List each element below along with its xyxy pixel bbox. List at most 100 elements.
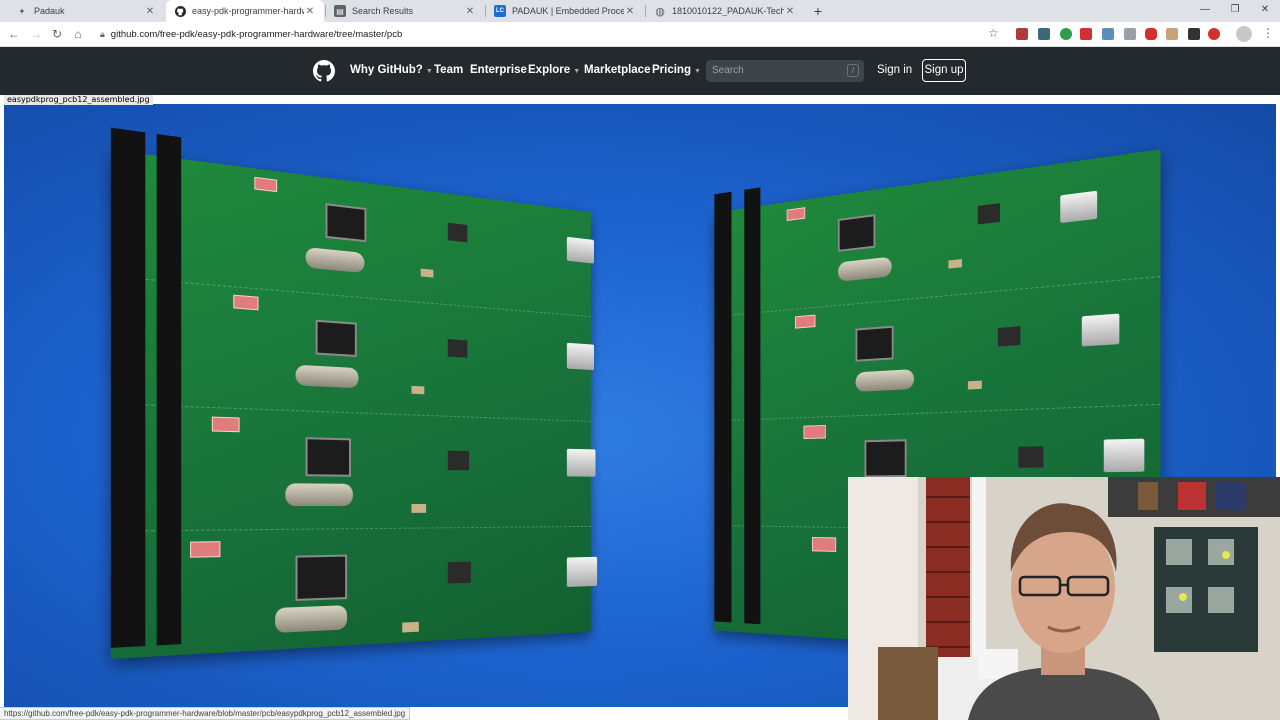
- reload-icon[interactable]: ↻: [48, 25, 66, 43]
- tab-title: 1810010122_PADAUK-Tech-PMS: [672, 6, 784, 16]
- home-icon[interactable]: ⌂: [69, 25, 87, 43]
- nav-enterprise[interactable]: Enterprise: [470, 64, 527, 76]
- extension-icon[interactable]: [1145, 28, 1157, 40]
- tab-title: easy-pdk-programmer-hardware: [192, 6, 304, 16]
- webcam-video: [848, 477, 1280, 720]
- new-tab-button[interactable]: +: [810, 2, 826, 20]
- lock-icon: 🔒︎: [100, 29, 105, 40]
- usb-connector: [1060, 191, 1097, 223]
- mcu-chip: [295, 555, 347, 601]
- nav-label: Enterprise: [470, 64, 527, 76]
- close-tab-icon[interactable]: ✕: [624, 6, 636, 17]
- extension-icon[interactable]: [1060, 28, 1072, 40]
- ic: [448, 223, 468, 243]
- extension-icon[interactable]: [1080, 28, 1092, 40]
- restore-icon[interactable]: ❐: [1220, 0, 1250, 22]
- crystal: [275, 605, 347, 633]
- tab-title: PADAUK | Embedded Processors: [512, 6, 624, 16]
- adblock-icon[interactable]: [1208, 28, 1220, 40]
- minimize-icon[interactable]: —: [1190, 0, 1220, 22]
- close-tab-icon[interactable]: ✕: [464, 6, 476, 17]
- usb-connector: [567, 449, 596, 477]
- tab-padauk-tech-pms[interactable]: ◍ 1810010122_PADAUK-Tech-PMS ✕: [646, 0, 804, 22]
- usb-connector: [567, 237, 594, 264]
- capacitor: [411, 386, 424, 394]
- crystal: [295, 365, 358, 389]
- extension-icon[interactable]: [1124, 28, 1136, 40]
- github-logo-icon[interactable]: [313, 60, 335, 82]
- nav-why-github[interactable]: Why GitHub? ▼: [350, 64, 433, 76]
- forward-icon[interactable]: →: [27, 25, 45, 43]
- sign-up-button[interactable]: Sign up: [922, 59, 966, 82]
- button: [254, 177, 277, 192]
- extension-icon[interactable]: [1016, 28, 1028, 40]
- padauk-favicon-icon: ✦: [16, 5, 28, 17]
- pin-header: [111, 128, 146, 648]
- ic: [448, 451, 469, 471]
- pcb-board: [111, 527, 591, 659]
- extension-icon[interactable]: [1038, 28, 1050, 40]
- close-tab-icon[interactable]: ✕: [144, 6, 156, 17]
- nav-explore[interactable]: Explore ▼: [528, 64, 580, 76]
- nav-marketplace[interactable]: Marketplace: [584, 64, 650, 76]
- extension-icon[interactable]: [1166, 28, 1178, 40]
- pin-header: [714, 192, 731, 623]
- search-placeholder: Search: [712, 65, 744, 76]
- image-filename-label: easypdkprog_pcb12_assembled.jpg: [4, 95, 153, 105]
- browser-status-bar: https://github.com/free-pdk/easy-pdk-pro…: [0, 707, 410, 720]
- ic: [978, 203, 1000, 224]
- button: [233, 295, 258, 311]
- pin-header: [744, 187, 760, 624]
- chevron-down-icon: ▼: [694, 68, 701, 75]
- github-favicon-icon: [174, 5, 186, 17]
- github-search-input[interactable]: Search /: [706, 60, 864, 82]
- address-url: github.com/free-pdk/easy-pdk-programmer-…: [111, 29, 402, 40]
- browser-tab-strip: ✦ Padauk ✕ easy-pdk-programmer-hardware …: [0, 0, 1280, 22]
- extension-icon[interactable]: [1102, 28, 1114, 40]
- nav-label: Explore: [528, 64, 570, 76]
- profile-avatar-icon[interactable]: [1236, 26, 1252, 42]
- tab-padauk-embedded-processors[interactable]: LC PADAUK | Embedded Processors ✕: [486, 0, 644, 22]
- button: [787, 207, 805, 221]
- usb-connector: [1104, 439, 1145, 473]
- usb-connector: [567, 557, 597, 587]
- capacitor: [421, 269, 434, 278]
- ic: [1018, 446, 1043, 467]
- nav-label: Team: [434, 64, 463, 76]
- tab-padauk[interactable]: ✦ Padauk ✕: [8, 0, 164, 22]
- mcu-chip: [306, 437, 351, 477]
- bookmark-star-icon[interactable]: ☆: [988, 26, 999, 40]
- close-tab-icon[interactable]: ✕: [304, 6, 316, 17]
- close-window-icon[interactable]: ✕: [1250, 0, 1280, 22]
- tab-title: Search Results: [352, 6, 464, 16]
- usb-connector: [1082, 314, 1120, 347]
- tab-search-results[interactable]: ▤ Search Results ✕: [326, 0, 484, 22]
- extension-icon[interactable]: [1188, 28, 1200, 40]
- sign-in-link[interactable]: Sign in: [877, 64, 912, 76]
- pcb-panel-left: [111, 150, 591, 659]
- mcu-chip: [326, 203, 367, 242]
- nav-label: Why GitHub?: [350, 64, 423, 76]
- github-header: Why GitHub? ▼ Team Enterprise Explore ▼ Ma…: [0, 47, 1280, 95]
- nav-label: Pricing: [652, 64, 691, 76]
- button: [190, 541, 220, 558]
- mcu-chip: [865, 439, 907, 477]
- capacitor: [402, 622, 419, 633]
- close-tab-icon[interactable]: ✕: [784, 6, 796, 17]
- button: [812, 537, 836, 552]
- nav-pricing[interactable]: Pricing ▼: [652, 64, 701, 76]
- capacitor: [968, 381, 982, 390]
- browser-menu-icon[interactable]: ⋮: [1262, 26, 1274, 40]
- back-icon[interactable]: ←: [5, 25, 23, 43]
- webcam-overlay: [848, 477, 1280, 720]
- nav-team[interactable]: Team: [434, 64, 463, 76]
- tab-easy-pdk-programmer-hardware[interactable]: easy-pdk-programmer-hardware ✕: [166, 0, 324, 22]
- nav-label: Marketplace: [584, 64, 650, 76]
- slash-shortcut-key: /: [847, 64, 859, 77]
- chevron-down-icon: ▼: [426, 68, 433, 75]
- button: [212, 417, 240, 433]
- capacitor: [411, 504, 426, 513]
- address-bar[interactable]: 🔒︎ github.com/free-pdk/easy-pdk-programm…: [96, 25, 1006, 44]
- crystal: [856, 369, 914, 392]
- search-results-favicon-icon: ▤: [334, 5, 346, 17]
